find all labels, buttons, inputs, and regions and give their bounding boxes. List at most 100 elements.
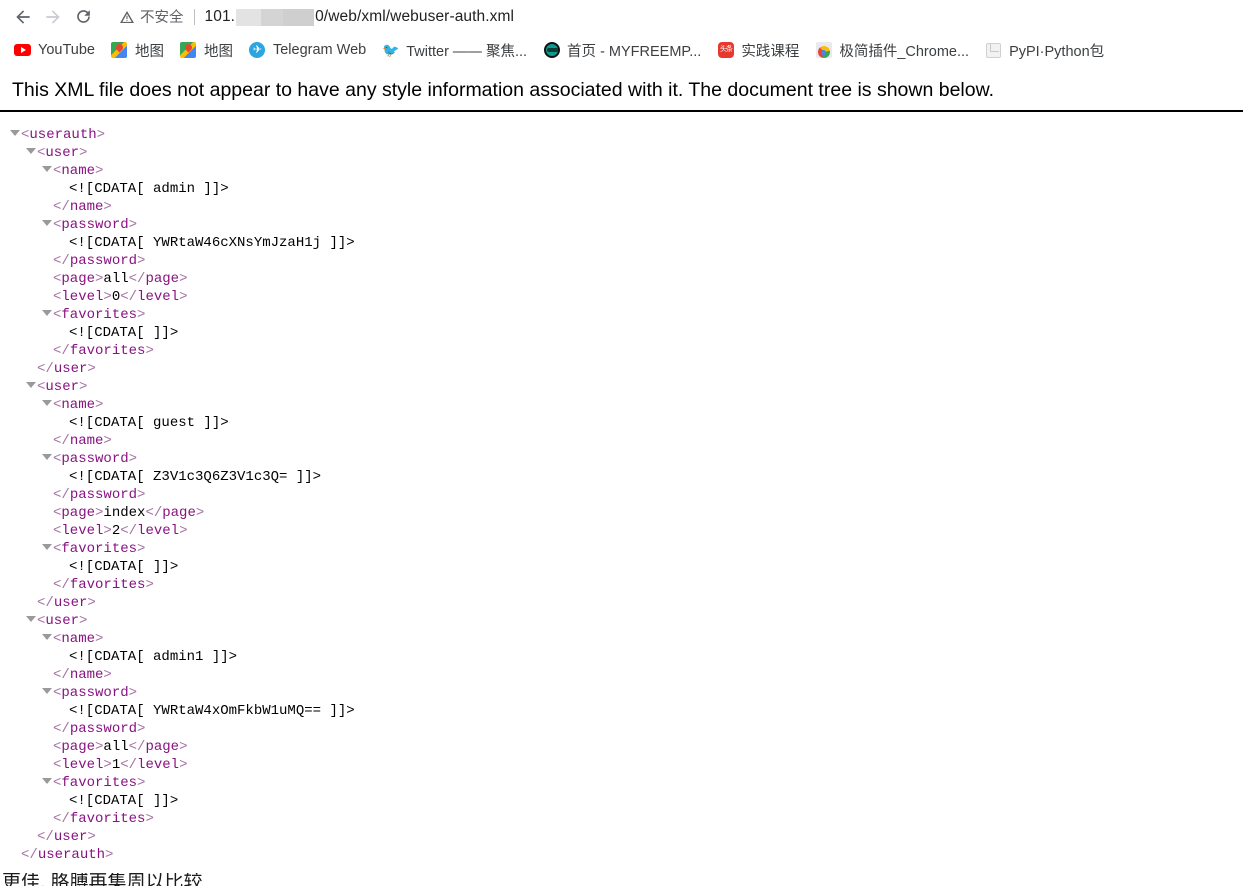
toutiao-icon: 头条 (717, 42, 734, 59)
omnibox-divider (193, 8, 195, 25)
xml-line: <page>all</page> (53, 271, 188, 287)
xml-line[interactable]: <name> (10, 630, 1243, 648)
pypi-icon (985, 42, 1002, 59)
xml-line: </favorites> (53, 811, 154, 827)
bookmark-practice-course[interactable]: 头条 实践课程 (709, 37, 807, 63)
bookmark-twitter[interactable]: 🐦 Twitter —— 聚焦... (374, 37, 535, 63)
collapse-triangle-icon[interactable] (42, 310, 52, 317)
xml-line[interactable]: <password> (10, 216, 1243, 234)
bookmark-youtube[interactable]: YouTube (6, 37, 103, 63)
security-label: 不安全 (140, 10, 184, 26)
xml-line: <![CDATA[ admin ]]> (69, 181, 229, 197)
address-bar[interactable]: 不安全 101. 0/web/xml/webuser-auth.xml (105, 3, 1235, 31)
url-text: 101. 0/web/xml/webuser-auth.xml (205, 8, 515, 26)
xml-line: <![CDATA[ Z3V1c3Q6Z3V1c3Q= ]]> (69, 469, 322, 485)
xml-line: </user> (37, 595, 96, 611)
xml-line: <page>index</page> (53, 505, 205, 521)
xml-line[interactable]: <user> (10, 378, 1243, 396)
xml-document-tree: <userauth> <user> <name> <![CDATA[ admin ]]… (0, 112, 1243, 864)
bookmark-label: 实践课程 (741, 43, 800, 60)
collapse-triangle-icon[interactable] (26, 382, 36, 389)
bookmark-label: Telegram Web (272, 42, 367, 58)
xml-line[interactable]: <favorites> (10, 540, 1243, 558)
google-maps-icon (111, 42, 128, 59)
url-suffix: 0/web/xml/webuser-auth.xml (315, 7, 515, 25)
xml-line: </name> (53, 433, 112, 449)
bookmark-label: PyPI·Python包 (1009, 43, 1105, 60)
xml-style-notice: This XML file does not appear to have an… (12, 79, 995, 101)
xml-line[interactable]: <favorites> (10, 306, 1243, 324)
xml-line[interactable]: <userauth> (10, 126, 1243, 144)
xml-line: </user> (37, 829, 96, 845)
xml-line: <![CDATA[ ]]> (69, 325, 179, 341)
collapse-triangle-icon[interactable] (26, 616, 36, 623)
bookmark-label: YouTube (38, 42, 95, 58)
xml-line[interactable]: <favorites> (10, 774, 1243, 792)
google-maps-icon (180, 42, 197, 59)
xml-line: <![CDATA[ admin1 ]]> (69, 649, 238, 665)
xml-line: <![CDATA[ YWRtaW4xOmFkbW1uMQ== ]]> (69, 703, 355, 719)
collapse-triangle-icon[interactable] (42, 778, 52, 785)
bookmark-maps-1[interactable]: 地图 (103, 37, 172, 63)
bookmark-label: 首页 - MYFREEMP... (567, 43, 702, 60)
collapse-triangle-icon[interactable] (42, 634, 52, 641)
collapse-triangle-icon[interactable] (26, 148, 36, 155)
twitter-icon: 🐦 (381, 42, 400, 58)
xml-line: <level>1</level> (53, 757, 188, 773)
xml-line: <![CDATA[ guest ]]> (69, 415, 229, 431)
bookmark-pypi[interactable]: PyPI·Python包 (977, 37, 1112, 63)
collapse-triangle-icon[interactable] (42, 400, 52, 407)
page-bottom-partial-row: 更佳, 胳膊再集周以比较 (0, 873, 1243, 886)
bookmark-label: 地图 (203, 43, 233, 60)
bookmarks-bar: YouTube 地图 地图 ✈ Telegram Web 🐦 Twitter —… (0, 33, 1243, 67)
bookmark-telegram-web[interactable]: ✈ Telegram Web (241, 37, 374, 63)
collapse-triangle-icon[interactable] (42, 688, 52, 695)
collapse-triangle-icon[interactable] (42, 454, 52, 461)
xml-line: <![CDATA[ YWRtaW46cXNsYmJzaH1j ]]> (69, 235, 355, 251)
xml-line: </name> (53, 667, 112, 683)
bookmark-label: Twitter —— 聚焦... (406, 43, 528, 60)
xml-line: </userauth> (21, 847, 114, 863)
url-prefix: 101. (204, 7, 236, 25)
xml-line[interactable]: <user> (10, 612, 1243, 630)
collapse-triangle-icon[interactable] (42, 220, 52, 227)
xml-line[interactable]: <password> (10, 450, 1243, 468)
warning-triangle-icon (120, 10, 134, 23)
xml-line[interactable]: <user> (10, 144, 1243, 162)
bookmark-chrome-extensions[interactable]: 极简插件_Chrome... (807, 37, 977, 63)
telegram-icon: ✈ (249, 42, 266, 59)
xml-line: </user> (37, 361, 96, 377)
security-status[interactable]: 不安全 (119, 6, 184, 27)
chrome-store-icon (815, 42, 832, 59)
bookmark-myfreemp[interactable]: 首页 - MYFREEMP... (535, 37, 709, 63)
xml-line: </name> (53, 199, 112, 215)
partial-text: 更佳, 胳膊再集周以比较 (2, 873, 203, 886)
xml-line[interactable]: <name> (10, 396, 1243, 414)
forward-arrow-icon[interactable] (38, 2, 68, 32)
xml-line[interactable]: <name> (10, 162, 1243, 180)
xml-line: </password> (53, 487, 146, 503)
back-arrow-icon[interactable] (8, 2, 38, 32)
xml-line: </password> (53, 253, 146, 269)
bookmark-maps-2[interactable]: 地图 (172, 37, 241, 63)
xml-line: </favorites> (53, 577, 154, 593)
globe-icon (543, 42, 560, 59)
xml-line[interactable]: <password> (10, 684, 1243, 702)
browser-chrome: 不安全 101. 0/web/xml/webuser-auth.xml YouTu… (0, 0, 1243, 67)
xml-line: <![CDATA[ ]]> (69, 559, 179, 575)
xml-line: <![CDATA[ ]]> (69, 793, 179, 809)
xml-line: <level>2</level> (53, 523, 188, 539)
xml-line: </password> (53, 721, 146, 737)
xml-line: <level>0</level> (53, 289, 188, 305)
browser-toolbar: 不安全 101. 0/web/xml/webuser-auth.xml (0, 0, 1243, 33)
youtube-icon (14, 42, 31, 59)
reload-icon[interactable] (68, 2, 98, 32)
bookmark-label: 极简插件_Chrome... (839, 43, 970, 60)
bookmark-label: 地图 (134, 43, 164, 60)
page-viewport: This XML file does not appear to have an… (0, 67, 1243, 886)
xml-line: </favorites> (53, 343, 154, 359)
url-redaction-block (236, 9, 315, 26)
collapse-triangle-icon[interactable] (42, 544, 52, 551)
collapse-triangle-icon[interactable] (42, 166, 52, 173)
collapse-triangle-icon[interactable] (10, 130, 20, 137)
